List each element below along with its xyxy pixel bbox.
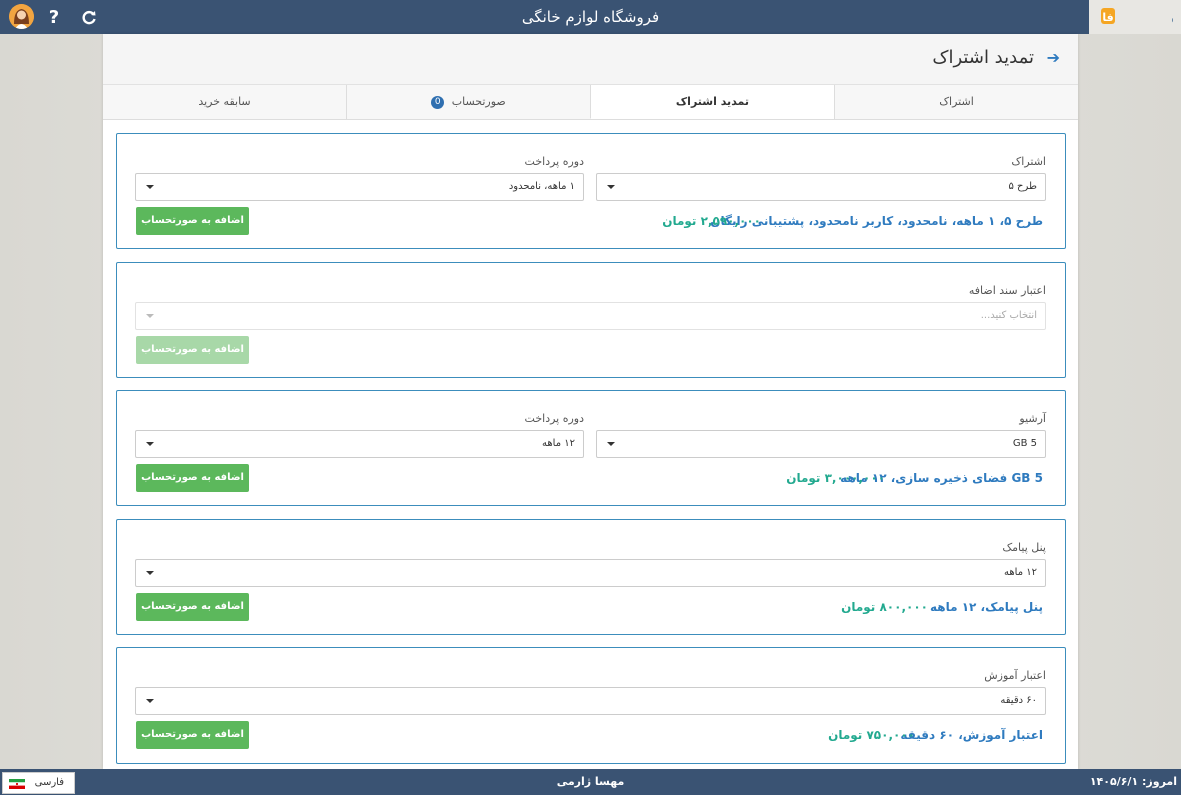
extra-docs-placeholder: انتخاب کنید...: [980, 310, 1037, 321]
sms-period-value: ۱۲ ماهه: [1004, 567, 1037, 578]
payment-period-label: دوره پرداخت: [524, 412, 584, 425]
training-description: اعتبار آموزش، ۶۰ دقیقه: [900, 728, 1043, 742]
tab-label: سابقه خرید: [198, 95, 251, 108]
arrow-right-icon[interactable]: ➔: [1047, 48, 1060, 67]
add-to-invoice-button[interactable]: اضافه به صورتحساب: [136, 593, 249, 621]
svg-text:حساب: حساب: [1171, 5, 1173, 29]
archive-price: ۳,۰۰۰,۰۰۰ تومان: [786, 471, 885, 485]
chevron-down-icon: [146, 571, 154, 575]
tab-purchase-history[interactable]: سابقه خرید: [103, 85, 346, 119]
subscription-card: اشتراک دوره پرداخت طرح ۵ ۱ ماهه، نامحدود…: [116, 133, 1066, 249]
tab-label: تمدید اشتراک: [675, 95, 750, 108]
app-logo[interactable]: حساب فا: [1089, 0, 1181, 34]
app-title: فروشگاه لوازم خانگی: [521, 8, 660, 26]
chevron-down-icon: [607, 442, 615, 446]
extra-docs-card: اعتبار سند اضافه انتخاب کنید... اضافه به…: [116, 262, 1066, 378]
chevron-down-icon: [146, 185, 154, 189]
training-card: اعتبار آموزش ۶۰ دقیقه اعتبار آموزش، ۶۰ د…: [116, 647, 1066, 764]
payment-period-select[interactable]: ۱ ماهه، نامحدود: [135, 173, 584, 201]
archive-period-select[interactable]: ۱۲ ماهه: [135, 430, 584, 458]
subscription-label: اشتراک: [1011, 155, 1046, 168]
page-title: تمدید اشتراک: [932, 47, 1034, 68]
add-to-invoice-button[interactable]: اضافه به صورتحساب: [136, 336, 249, 364]
add-to-invoice-button[interactable]: اضافه به صورتحساب: [136, 721, 249, 749]
chevron-down-icon: [607, 185, 615, 189]
status-bar: فارسی مهسا ژارمی امروز: ۱۴۰۵/۶/۱: [0, 769, 1181, 795]
hesabfa-logo-icon: حساب فا: [1101, 5, 1173, 29]
plan-select[interactable]: طرح ۵: [596, 173, 1046, 201]
extra-docs-label: اعتبار سند اضافه: [968, 284, 1046, 297]
tabs: اشتراک تمدید اشتراک صورتحساب 0 سابقه خری…: [103, 85, 1078, 120]
chevron-down-icon: [146, 442, 154, 446]
svg-text:فا: فا: [1102, 11, 1113, 24]
subscription-price: ۲,۵۹۰,۰۰۰ تومان: [662, 214, 761, 228]
tab-subscription[interactable]: اشتراک: [834, 85, 1078, 119]
archive-card: آرشیو دوره پرداخت 5 GB ۱۲ ماهه 5 GB فضای…: [116, 390, 1066, 506]
sms-price: ۸۰۰,۰۰۰ تومان: [841, 600, 928, 614]
training-price: ۷۵۰,۰۰۰ تومان: [828, 728, 915, 742]
training-label: اعتبار آموزش: [984, 669, 1046, 682]
tab-invoice[interactable]: صورتحساب 0: [346, 85, 590, 119]
sms-period-select[interactable]: ۱۲ ماهه: [135, 559, 1046, 587]
plan-select-value: طرح ۵: [1008, 181, 1038, 192]
sms-card: پنل پیامک ۱۲ ماهه پنل پیامک، ۱۲ ماهه ۸۰۰…: [116, 519, 1066, 635]
add-to-invoice-button[interactable]: اضافه به صورتحساب: [136, 464, 249, 492]
invoice-count-badge: 0: [431, 95, 445, 109]
today-date: امروز: ۱۴۰۵/۶/۱: [1089, 775, 1177, 788]
payment-period-label: دوره پرداخت: [524, 155, 584, 168]
chevron-down-icon: [146, 699, 154, 703]
archive-size-value: 5 GB: [1012, 438, 1037, 449]
sms-label: پنل پیامک: [1002, 541, 1046, 554]
chevron-down-icon: [146, 314, 154, 318]
top-bar: ? فروشگاه لوازم خانگی حساب فا: [0, 0, 1181, 34]
training-value: ۶۰ دقیقه: [1000, 695, 1037, 706]
training-select[interactable]: ۶۰ دقیقه: [135, 687, 1046, 715]
current-user: مهسا ژارمی: [556, 775, 625, 788]
add-to-invoice-button[interactable]: اضافه به صورتحساب: [136, 207, 249, 235]
sms-description: پنل پیامک، ۱۲ ماهه: [929, 600, 1043, 614]
archive-period-value: ۱۲ ماهه: [542, 438, 575, 449]
main-panel: ➔ تمدید اشتراک اشتراک تمدید اشتراک صورتح…: [103, 34, 1078, 769]
tab-label: صورتحساب: [451, 95, 506, 108]
archive-size-select[interactable]: 5 GB: [596, 430, 1046, 458]
extra-docs-select[interactable]: انتخاب کنید...: [135, 302, 1046, 330]
archive-label: آرشیو: [1019, 412, 1046, 425]
payment-period-value: ۱ ماهه، نامحدود: [508, 181, 575, 192]
tab-label: اشتراک: [939, 95, 974, 108]
tab-renew-subscription[interactable]: تمدید اشتراک: [590, 85, 834, 119]
page-header: ➔ تمدید اشتراک: [103, 34, 1078, 85]
